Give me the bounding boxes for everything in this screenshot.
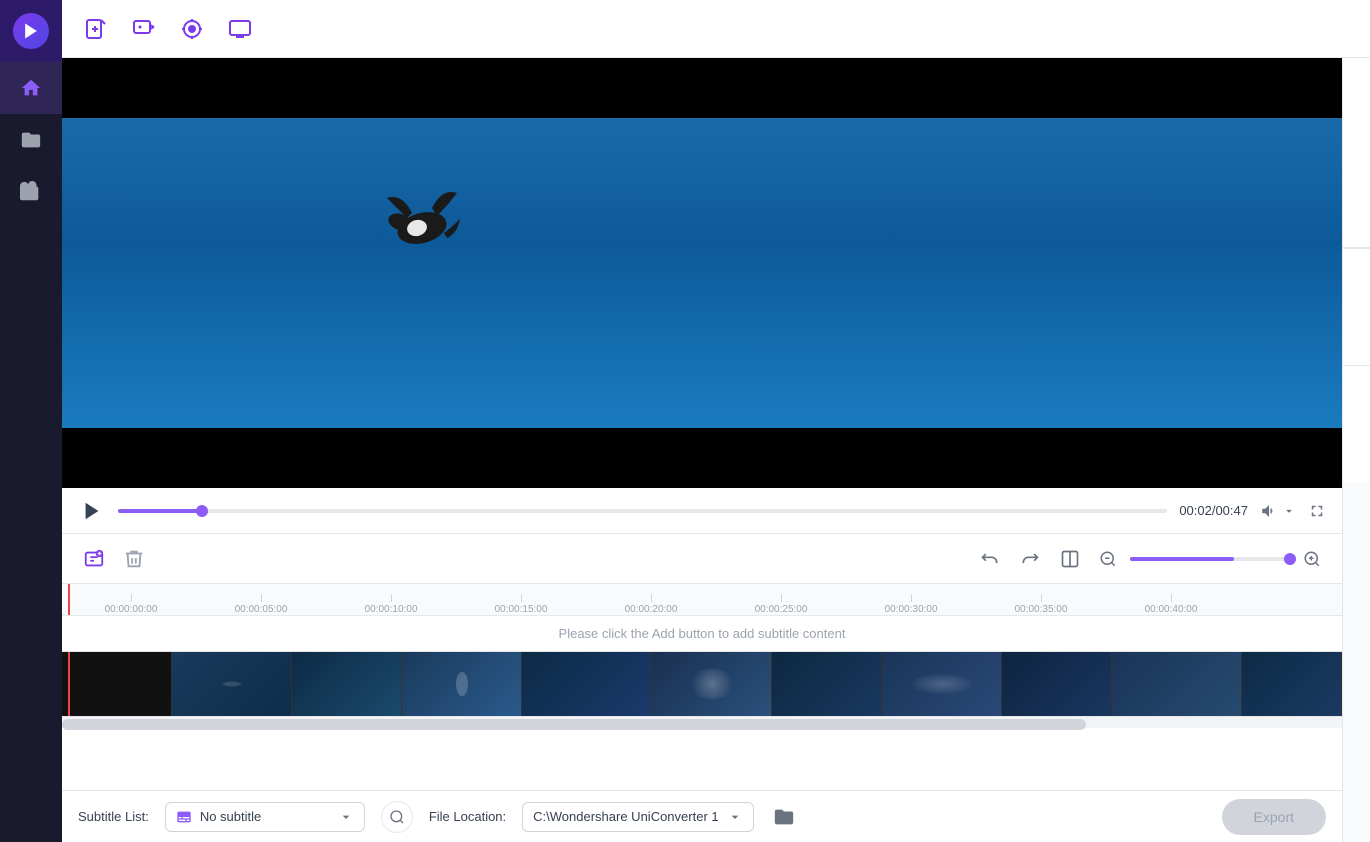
sidebar <box>0 0 62 842</box>
video-subject <box>362 178 482 278</box>
file-location-value: C:\Wondershare UniConverter 1 <box>533 809 718 824</box>
delete-subtitle-button[interactable] <box>118 543 150 575</box>
strip-frame-10 <box>1242 652 1342 716</box>
home-icon <box>20 77 42 99</box>
video-strip <box>62 652 1342 716</box>
progress-fill <box>118 509 202 513</box>
progress-thumb <box>196 505 208 517</box>
zoom-in-button[interactable] <box>1298 545 1326 573</box>
ruler-mark-8: 00:00:40:00 <box>1106 594 1236 615</box>
video-top-bar <box>62 58 1342 118</box>
progress-bar[interactable] <box>118 509 1167 513</box>
zoom-out-button[interactable] <box>1094 545 1122 573</box>
redo-button[interactable] <box>1014 543 1046 575</box>
timeline-area: 00:00:00:00 00:00:05:00 00:00:10:00 <box>62 584 1342 790</box>
strip-frame-9 <box>1112 652 1242 716</box>
ruler-mark-1: 00:00:05:00 <box>196 594 326 615</box>
strip-frame-5 <box>652 652 772 716</box>
timeline-ruler: 00:00:00:00 00:00:05:00 00:00:10:00 <box>62 584 1342 616</box>
strip-frame-6 <box>772 652 882 716</box>
video-frame <box>62 118 1342 428</box>
status-bar: Subtitle List: No subtitle <box>62 790 1342 842</box>
add-subtitle-button[interactable] <box>78 543 110 575</box>
add-media-button[interactable] <box>126 11 162 47</box>
strip-frame-3 <box>402 652 522 716</box>
ruler-mark-2: 00:00:10:00 <box>326 594 456 615</box>
file-location-select[interactable]: C:\Wondershare UniConverter 1 <box>522 802 753 832</box>
sidebar-item-tools[interactable] <box>0 166 62 218</box>
subtitle-search-button[interactable] <box>381 801 413 833</box>
subtitle-icon <box>176 809 192 825</box>
folder-icon <box>20 129 42 151</box>
app-logo[interactable] <box>0 0 62 62</box>
video-player <box>62 58 1342 488</box>
browse-folder-button[interactable] <box>770 803 798 831</box>
sidebar-item-home[interactable] <box>0 62 62 114</box>
text-subtitle-card[interactable]: Beta Text to Subtitles <box>1343 365 1370 482</box>
chevron-down-icon-2 <box>727 809 743 825</box>
toolbar: Feedback <box>62 0 1370 58</box>
subtitle-select-value: No subtitle <box>200 809 330 824</box>
fullscreen-button[interactable] <box>1308 502 1326 520</box>
file-location-label: File Location: <box>429 809 506 824</box>
undo-button[interactable] <box>974 543 1006 575</box>
record-button[interactable] <box>174 11 210 47</box>
right-panel: Manual Subtitles <box>1342 58 1370 842</box>
timeline-container: 00:00:00:00 00:00:05:00 00:00:10:00 <box>62 584 1342 728</box>
strip-frame-1 <box>172 652 292 716</box>
chevron-down-icon <box>338 809 354 825</box>
time-display: 00:02/00:47 <box>1179 503 1248 518</box>
strip-frame-2 <box>292 652 402 716</box>
strip-frame-4 <box>522 652 652 716</box>
logo-icon <box>13 13 49 49</box>
subtitle-hint: Please click the Add button to add subti… <box>62 616 1342 652</box>
subtitle-list-select[interactable]: No subtitle <box>165 802 365 832</box>
ruler-mark-5: 00:00:25:00 <box>716 594 846 615</box>
ruler-mark-0: 00:00:00:00 <box>66 594 196 615</box>
new-project-button[interactable] <box>78 11 114 47</box>
left-panel: 00:02/00:47 <box>62 58 1342 842</box>
main-content: Feedback <box>62 0 1370 842</box>
screen-record-button[interactable] <box>222 11 258 47</box>
subtitle-list-label: Subtitle List: <box>78 809 149 824</box>
ruler-mark-4: 00:00:20:00 <box>586 594 716 615</box>
ruler-mark-7: 00:00:35:00 <box>976 594 1106 615</box>
ruler-mark-6: 00:00:30:00 <box>846 594 976 615</box>
playhead-strip <box>68 652 70 716</box>
manual-subtitles-card[interactable]: Manual Subtitles <box>1343 58 1370 248</box>
zoom-slider[interactable] <box>1130 557 1290 561</box>
strip-frame-0 <box>62 652 172 716</box>
video-bottom-bar <box>62 428 1342 488</box>
content-area: 00:02/00:47 <box>62 58 1370 842</box>
playhead-ruler <box>68 584 70 615</box>
play-button[interactable] <box>78 497 106 525</box>
timeline-controls-right <box>974 543 1326 575</box>
ruler-marks: 00:00:00:00 00:00:05:00 00:00:10:00 <box>62 584 1342 615</box>
split-button[interactable] <box>1054 543 1086 575</box>
export-button[interactable]: Export <box>1222 799 1326 835</box>
sidebar-item-media[interactable] <box>0 114 62 166</box>
timeline-scrollbar[interactable] <box>62 716 1342 728</box>
player-controls: 00:02/00:47 <box>62 488 1342 534</box>
subtitle-toolbar <box>62 534 1342 584</box>
audio-button[interactable] <box>1260 502 1296 520</box>
hint-text: Please click the Add button to add subti… <box>559 626 846 641</box>
strip-frame-8 <box>1002 652 1112 716</box>
ruler-mark-3: 00:00:15:00 <box>456 594 586 615</box>
auto-subtitle-card[interactable]: Beta T → Auto-Subtitle Generator <box>1343 248 1370 365</box>
toolbox-icon <box>20 181 42 203</box>
strip-frame-7 <box>882 652 1002 716</box>
